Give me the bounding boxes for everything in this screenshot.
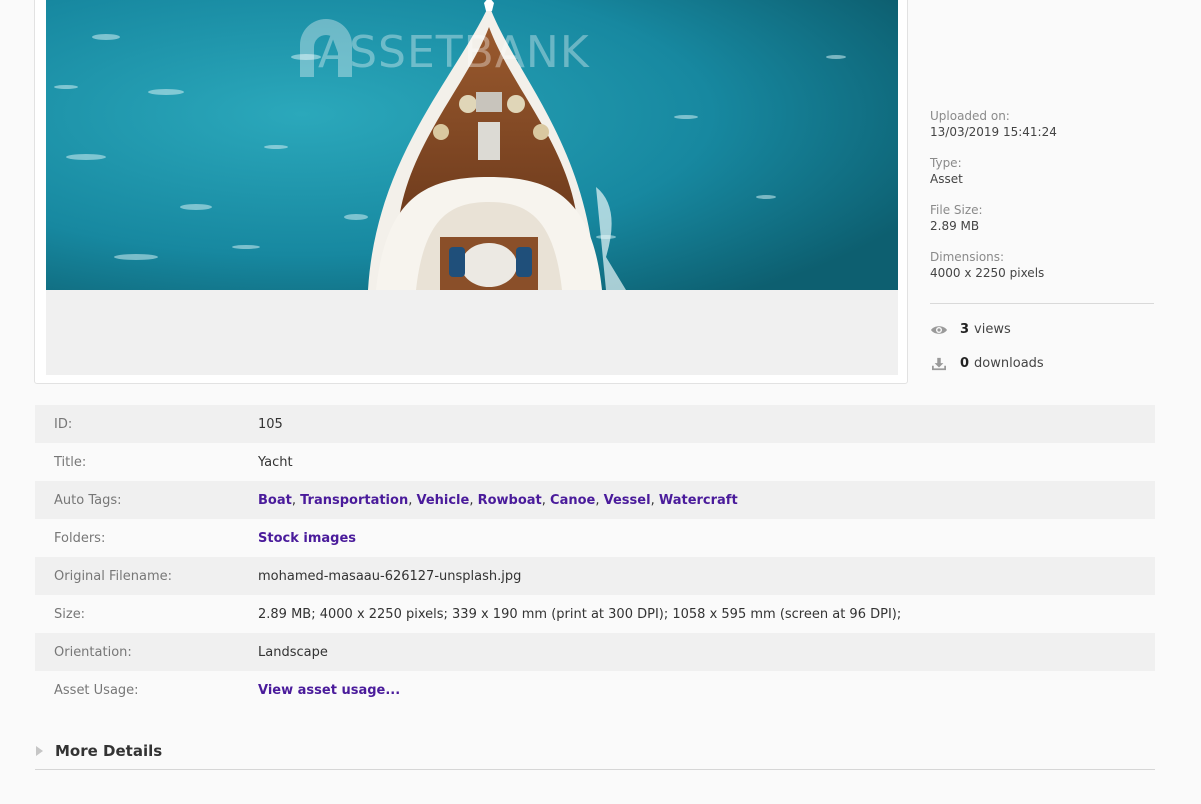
uploaded-value: 13/03/2019 15:41:24 bbox=[930, 125, 1057, 139]
filesize-label: File Size: bbox=[930, 203, 983, 217]
download-icon bbox=[932, 357, 946, 370]
asset-info-panel: Uploaded on: 13/03/2019 15:41:24 Type: A… bbox=[930, 108, 1154, 371]
detail-row-title: Title: Yacht bbox=[35, 443, 1155, 481]
tags-label: Auto Tags: bbox=[54, 492, 122, 508]
tag-link[interactable]: Boat bbox=[258, 493, 292, 508]
detail-row-usage: Asset Usage: View asset usage... bbox=[35, 671, 1155, 709]
tags-list: Boat, Transportation, Vehicle, Rowboat, … bbox=[258, 492, 738, 508]
filename-value: mohamed-masaau-626127-unsplash.jpg bbox=[258, 568, 522, 584]
asset-details-table: ID: 105 Title: Yacht Auto Tags: Boat, Tr… bbox=[35, 405, 1155, 709]
dimensions-label: Dimensions: bbox=[930, 250, 1005, 264]
more-details-label: More Details bbox=[55, 742, 163, 760]
title-value: Yacht bbox=[258, 454, 293, 470]
views-stat: 3 views bbox=[930, 322, 1011, 337]
tag-link[interactable]: Watercraft bbox=[659, 493, 738, 508]
assetbank-logo-icon bbox=[300, 19, 352, 77]
tag-link[interactable]: Transportation bbox=[300, 493, 408, 508]
folder-link[interactable]: Stock images bbox=[258, 531, 356, 546]
watermark-text: ASSETBANK bbox=[318, 26, 590, 78]
preview-area: ASSETBANK bbox=[46, 0, 898, 375]
downloads-count: 0 bbox=[960, 356, 970, 371]
downloads-label: downloads bbox=[974, 356, 1044, 371]
type-label: Type: bbox=[930, 156, 962, 170]
detail-row-orientation: Orientation: Landscape bbox=[35, 633, 1155, 671]
tag-link[interactable]: Vessel bbox=[604, 493, 651, 508]
info-divider bbox=[930, 303, 1154, 304]
filename-label: Original Filename: bbox=[54, 568, 173, 584]
type-value: Asset bbox=[930, 172, 963, 186]
more-details-toggle[interactable]: More Details bbox=[35, 733, 1155, 770]
dimensions-value: 4000 x 2250 pixels bbox=[930, 266, 1045, 280]
asset-image[interactable]: ASSETBANK bbox=[46, 0, 898, 290]
detail-row-filename: Original Filename: mohamed-masaau-626127… bbox=[35, 557, 1155, 595]
id-value: 105 bbox=[258, 416, 283, 432]
tag-link[interactable]: Canoe bbox=[550, 493, 595, 508]
size-value: 2.89 MB; 4000 x 2250 pixels; 339 x 190 m… bbox=[258, 606, 902, 622]
views-label: views bbox=[974, 322, 1011, 337]
eye-icon bbox=[931, 325, 947, 334]
triangle-right-icon bbox=[36, 746, 43, 756]
size-label: Size: bbox=[54, 606, 86, 622]
detail-row-size: Size: 2.89 MB; 4000 x 2250 pixels; 339 x… bbox=[35, 595, 1155, 633]
filesize-value: 2.89 MB bbox=[930, 219, 980, 233]
id-label: ID: bbox=[54, 416, 73, 432]
title-label: Title: bbox=[54, 454, 87, 470]
downloads-stat: 0 downloads bbox=[930, 356, 1044, 371]
folders-label: Folders: bbox=[54, 530, 106, 546]
usage-label: Asset Usage: bbox=[54, 682, 139, 698]
detail-row-tags: Auto Tags: Boat, Transportation, Vehicle… bbox=[35, 481, 1155, 519]
orientation-label: Orientation: bbox=[54, 644, 132, 660]
views-count: 3 bbox=[960, 322, 970, 337]
detail-row-id: ID: 105 bbox=[35, 405, 1155, 443]
asset-usage-link[interactable]: View asset usage... bbox=[258, 683, 400, 698]
watermark: ASSETBANK bbox=[294, 17, 590, 87]
asset-preview-card: ASSETBANK bbox=[34, 0, 908, 384]
detail-row-folders: Folders: Stock images bbox=[35, 519, 1155, 557]
orientation-value: Landscape bbox=[258, 644, 328, 660]
uploaded-label: Uploaded on: bbox=[930, 109, 1010, 123]
tag-link[interactable]: Vehicle bbox=[416, 493, 469, 508]
tag-link[interactable]: Rowboat bbox=[478, 493, 542, 508]
